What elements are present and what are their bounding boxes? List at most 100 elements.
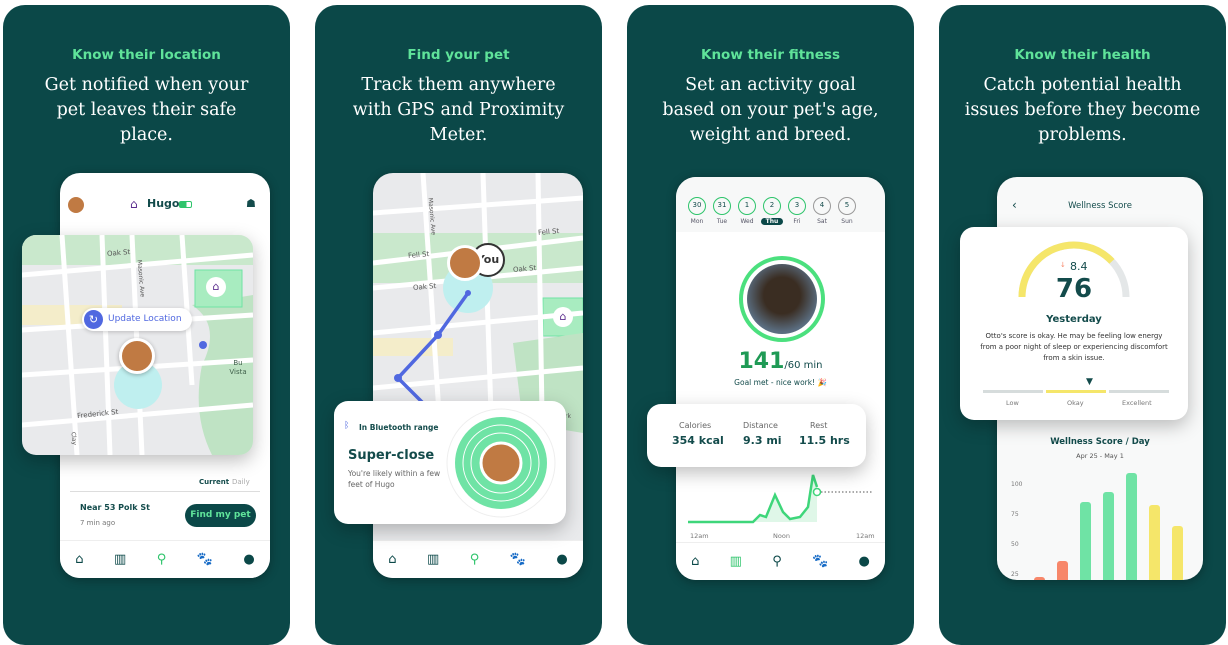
- pet-photo: [747, 264, 817, 334]
- day-label: Sun: [841, 218, 853, 225]
- paw-icon[interactable]: 🐾: [197, 552, 213, 567]
- score-delta: 8.4: [1070, 260, 1088, 273]
- home-icon[interactable]: ⌂: [75, 552, 83, 567]
- refresh-icon: ↻: [84, 310, 103, 329]
- profile-icon[interactable]: ●: [858, 554, 869, 569]
- level-label: Excellent: [1122, 399, 1152, 407]
- bar-day-4[interactable]: [1103, 492, 1114, 580]
- pet-name: Hugo: [147, 197, 180, 210]
- goal-message: Goal met - nice work! 🎉: [734, 378, 827, 387]
- proximity-card: ᛒ In Bluetooth range Super-close You're …: [334, 401, 566, 524]
- map[interactable]: Oak St Masonic Ave Frederick St Clay Bu …: [22, 235, 253, 455]
- day-wed[interactable]: 1: [738, 197, 756, 215]
- home-icon[interactable]: ⌂: [691, 554, 699, 569]
- day-label: Thu: [761, 218, 783, 225]
- day-label: Mon: [690, 218, 704, 225]
- level-bar-low: [983, 390, 1043, 393]
- home-geofence-icon[interactable]: ⌂: [553, 307, 573, 327]
- flashlight-icon[interactable]: ☗: [246, 197, 256, 210]
- level-indicator-icon: ▼: [1086, 377, 1093, 387]
- bottom-nav: ⌂ ▥ ⚲ 🐾 ●: [676, 542, 885, 580]
- day-sun[interactable]: 5: [838, 197, 856, 215]
- tab-daily[interactable]: Daily: [232, 478, 250, 486]
- level-bar-okay: [1046, 390, 1106, 393]
- phone-screen: 30 Mon 31 Tue 1 Wed 2 Thu 3 Fri 4 Sat 5 Sun 141/60 mi…: [676, 177, 885, 580]
- pet-location-pin[interactable]: [447, 245, 483, 281]
- activity-chart: [688, 474, 873, 524]
- activity-icon[interactable]: ▥: [730, 554, 742, 569]
- activity-icon[interactable]: ▥: [427, 552, 439, 567]
- down-arrow-icon: ↓: [1060, 261, 1066, 269]
- day-mon[interactable]: 30: [688, 197, 706, 215]
- chart-label: 12am: [690, 532, 709, 540]
- bluetooth-label: In Bluetooth range: [359, 423, 439, 432]
- profile-icon[interactable]: ●: [556, 552, 567, 567]
- activity-ring: [739, 256, 825, 342]
- paw-icon[interactable]: 🐾: [812, 554, 828, 569]
- day-thu[interactable]: 2: [763, 197, 781, 215]
- y-tick-label: 50: [1011, 541, 1019, 548]
- chart-label: Noon: [773, 532, 790, 540]
- day-label: Fri: [793, 218, 801, 225]
- stat-value: 9.3 mi: [743, 434, 782, 447]
- address: Near 53 Polk St: [80, 503, 150, 512]
- home-icon: ⌂: [130, 197, 138, 211]
- proximity-description: You're likely within a few feet of Hugo: [348, 469, 441, 489]
- day-fri[interactable]: 3: [788, 197, 806, 215]
- kicker: Know their location: [72, 47, 221, 63]
- activity-goal: /60 min: [784, 360, 823, 371]
- pet-location-pin[interactable]: [119, 338, 155, 374]
- score-card: ↓ 8.4 76 Yesterday Otto's score is okay.…: [960, 227, 1188, 420]
- level-label: Low: [1006, 399, 1019, 407]
- stat-label: Rest: [810, 421, 828, 430]
- wellness-score: 76: [1055, 274, 1093, 304]
- bar-day-3[interactable]: [1080, 501, 1091, 580]
- day-label: Tue: [716, 218, 728, 225]
- activity-minutes: 141: [738, 349, 785, 374]
- time-ago: 7 min ago: [80, 519, 116, 527]
- location-icon[interactable]: ⚲: [772, 554, 782, 569]
- battery-icon: [179, 201, 192, 208]
- y-tick-label: 100: [1011, 481, 1023, 488]
- bluetooth-icon: ᛒ: [344, 421, 350, 431]
- update-location-button[interactable]: ↻ Update Location: [82, 308, 192, 331]
- bar-day-2[interactable]: [1057, 560, 1068, 580]
- bar-day-6[interactable]: [1149, 505, 1160, 580]
- chart-subtitle: Apr 25 - May 1: [1076, 452, 1124, 460]
- kicker: Find your pet: [407, 47, 510, 63]
- panel-fitness: Know their fitness Set an activity goal …: [627, 5, 914, 645]
- tab-current[interactable]: Current: [199, 478, 229, 486]
- profile-icon[interactable]: ●: [243, 552, 254, 567]
- panel-health: Know their health Catch potential health…: [939, 5, 1226, 645]
- activity-icon[interactable]: ▥: [114, 552, 126, 567]
- location-icon[interactable]: ⚲: [470, 552, 480, 567]
- day-tue[interactable]: 31: [713, 197, 731, 215]
- stat-label: Distance: [743, 421, 778, 430]
- update-location-label: Update Location: [108, 314, 182, 324]
- y-tick-label: 25: [1011, 571, 1019, 578]
- headline: Get notified when your pet leaves their …: [44, 75, 249, 145]
- kicker: Know their health: [1014, 47, 1151, 63]
- kicker: Know their fitness: [700, 47, 841, 63]
- stats-card: Calories 354 kcal Distance 9.3 mi Rest 1…: [647, 404, 866, 467]
- day-label: Sat: [817, 218, 827, 225]
- home-icon[interactable]: ⌂: [388, 552, 396, 567]
- pet-avatar[interactable]: [68, 197, 84, 213]
- bar-day-5[interactable]: [1126, 473, 1137, 580]
- day-sat[interactable]: 4: [813, 197, 831, 215]
- location-icon[interactable]: ⚲: [157, 552, 167, 567]
- stat-label: Calories: [679, 421, 712, 430]
- home-geofence-icon[interactable]: ⌂: [206, 277, 226, 297]
- find-my-pet-button[interactable]: Find my pet: [185, 504, 256, 527]
- panel-location: Know their location Get notified when yo…: [3, 5, 290, 645]
- bar-day-1[interactable]: [1034, 577, 1045, 580]
- bottom-nav: ⌂ ▥ ⚲ 🐾 ●: [373, 540, 583, 578]
- score-period: Yesterday: [1046, 314, 1102, 325]
- stat-value: 11.5 hrs: [799, 434, 850, 447]
- paw-icon[interactable]: 🐾: [510, 552, 526, 567]
- screen-title: Wellness Score: [1068, 201, 1132, 211]
- y-tick-label: 75: [1011, 511, 1019, 518]
- bar-day-7[interactable]: [1172, 525, 1183, 580]
- level-label: Okay: [1067, 399, 1084, 407]
- street-label: Bu Vista: [229, 359, 247, 376]
